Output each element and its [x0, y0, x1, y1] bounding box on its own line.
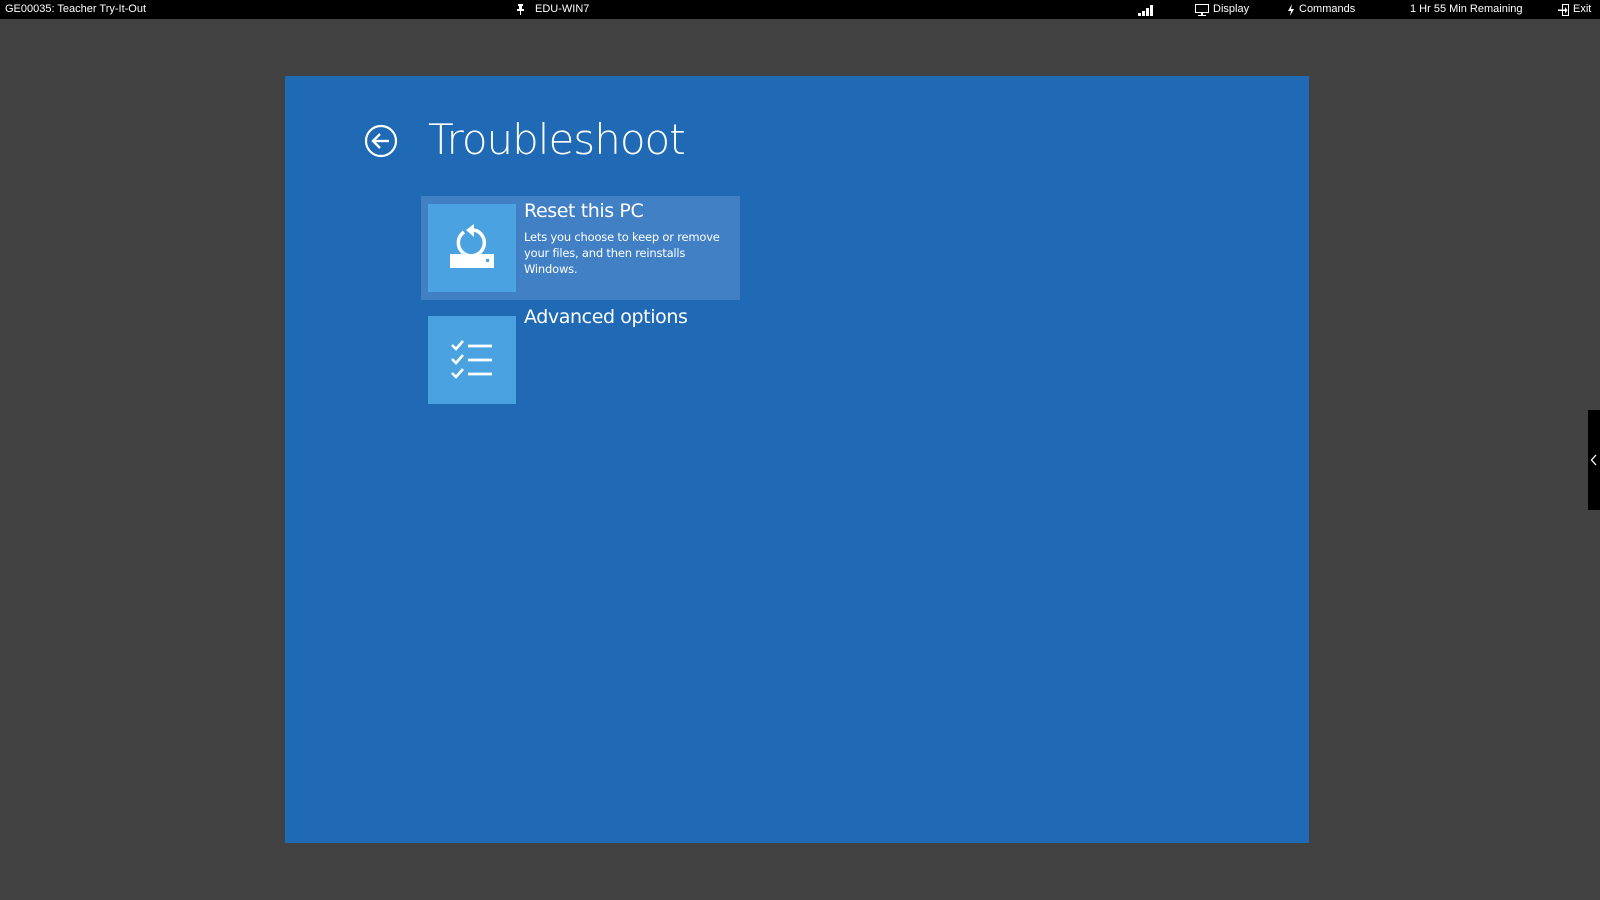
chevron-left-icon[interactable] [1590, 454, 1598, 466]
display-menu-button[interactable]: Display [1195, 0, 1249, 19]
reset-this-pc-description: Lets you choose to keep or remove your f… [524, 230, 720, 276]
vm-screen[interactable]: Troubleshoot Reset this PC Lets you choo… [285, 76, 1309, 843]
pin-icon[interactable] [516, 4, 525, 15]
session-toolbar: GE00035: Teacher Try-It-Out EDU-WIN7 Dis… [0, 0, 1600, 19]
back-button[interactable] [364, 124, 398, 158]
exit-button[interactable]: Exit [1558, 0, 1591, 19]
advanced-options-title[interactable]: Advanced options [524, 306, 688, 328]
checklist-icon[interactable] [447, 335, 497, 385]
time-remaining: 1 Hr 55 Min Remaining [1410, 3, 1523, 15]
reset-pc-tile[interactable] [428, 204, 516, 292]
monitor-icon[interactable] [1195, 3, 1209, 16]
lightning-icon[interactable] [1287, 3, 1295, 16]
side-panel-toggle[interactable] [1588, 410, 1600, 510]
reset-pc-icon[interactable] [447, 223, 497, 273]
exit-icon[interactable] [1558, 3, 1569, 16]
machine-name[interactable]: EDU-WIN7 [535, 0, 589, 19]
back-arrow-circle-icon[interactable] [364, 124, 398, 158]
reset-this-pc-option[interactable]: Reset this PC Lets you choose to keep or… [421, 196, 740, 300]
page-title: Troubleshoot [428, 115, 686, 164]
advanced-options-tile[interactable] [428, 316, 516, 404]
commands-menu-button[interactable]: Commands [1287, 0, 1355, 19]
advanced-options-option[interactable]: Advanced options [421, 306, 740, 412]
reset-this-pc-title[interactable]: Reset this PC [524, 200, 644, 222]
session-title: GE00035: Teacher Try-It-Out [5, 3, 147, 15]
signal-bars-icon [1138, 0, 1154, 19]
machine-selector[interactable]: EDU-WIN7 [516, 0, 589, 19]
